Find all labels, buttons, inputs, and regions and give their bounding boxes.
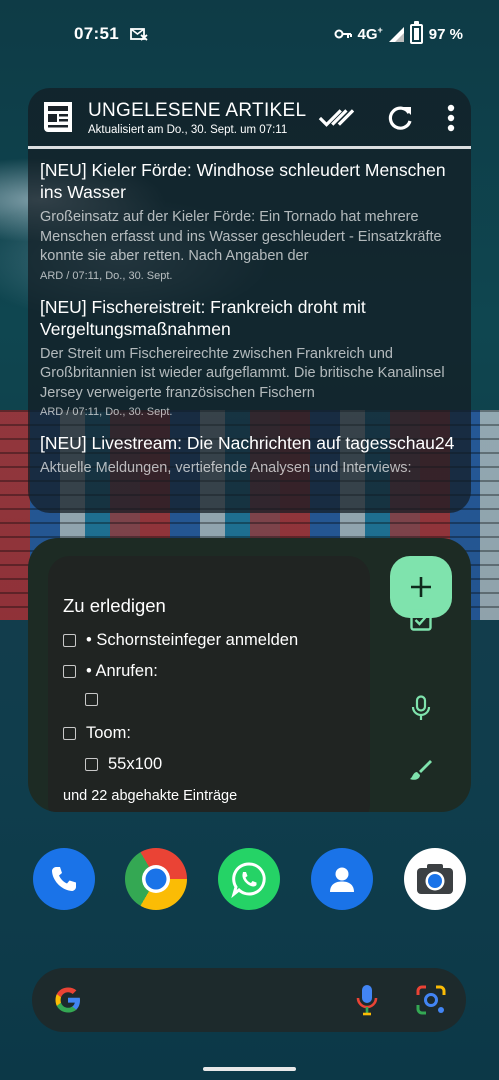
note-title: Zu erledigen	[63, 595, 166, 616]
overflow-menu-button[interactable]	[433, 100, 469, 136]
status-time: 07:51	[74, 24, 119, 43]
checkbox[interactable]	[63, 634, 76, 647]
checklist-item-label: • Schornsteinfeger anmelden	[86, 631, 299, 649]
chrome-app[interactable]	[125, 848, 187, 910]
vpn-key-icon	[334, 29, 352, 39]
whatsapp-app[interactable]	[218, 848, 280, 910]
camera-icon	[417, 864, 453, 894]
news-widget-title: UNGELESENE ARTIKEL	[88, 100, 307, 121]
checklist-item-label: 55x100	[108, 755, 163, 773]
contacts-icon	[330, 867, 354, 892]
news-widget-updated: Aktualisiert am Do., 30. Sept. um 07:11	[88, 124, 288, 136]
phone-icon	[52, 867, 76, 891]
whatsapp-icon	[231, 862, 266, 898]
news-widget[interactable]: UNGELESENE ARTIKEL Aktualisiert am Do., …	[28, 88, 471, 513]
checkbox[interactable]	[63, 727, 76, 740]
checklist-item[interactable]: 55x100	[85, 755, 162, 774]
checkbox-icon	[410, 609, 432, 631]
contacts-app[interactable]	[311, 848, 373, 910]
refresh-button[interactable]	[382, 100, 418, 136]
signal-icon	[388, 26, 404, 42]
microphone-icon	[411, 695, 431, 720]
article-description: Der Streit um Fischereirechte zwischen F…	[40, 345, 445, 401]
new-audio-note-button[interactable]	[406, 693, 436, 723]
brush-icon	[410, 760, 432, 780]
refresh-icon	[388, 106, 412, 130]
battery-level: 97 %	[428, 25, 463, 43]
checkbox[interactable]	[85, 693, 98, 706]
note-card[interactable]: Zu erledigen • Schornsteinfeger anmelden…	[48, 556, 370, 812]
checkbox[interactable]	[63, 665, 76, 678]
google-lens-icon[interactable]	[415, 984, 447, 1016]
keep-notes-widget[interactable]: Zu erledigen • Schornsteinfeger anmelden…	[28, 538, 471, 812]
plus-icon	[411, 577, 431, 597]
newspaper-icon	[44, 102, 72, 132]
checklist-item[interactable]: • Anrufen:	[63, 662, 158, 681]
double-check-icon	[318, 109, 354, 127]
new-list-button[interactable]	[406, 605, 436, 635]
article-description: Aktuelle Meldungen, vertiefende Analysen…	[40, 460, 412, 476]
navigation-handle[interactable]	[203, 1067, 296, 1071]
checklist-item[interactable]: • Schornsteinfeger anmelden	[63, 631, 298, 650]
voice-search-icon[interactable]	[355, 983, 379, 1017]
checklist-item-label: Toom:	[86, 724, 131, 742]
network-type: 4G+	[357, 25, 383, 43]
article-title: [NEU] Kieler Förde: Windhose schleudert …	[40, 160, 446, 202]
article-item[interactable]: [NEU] Livestream: Die Nachrichten auf ta…	[28, 432, 471, 479]
mail-off-icon	[130, 28, 148, 41]
checklist-item[interactable]: Toom:	[63, 724, 131, 743]
article-item[interactable]: [NEU] Fischereistreit: Frankreich droht …	[28, 296, 471, 419]
google-search-bar[interactable]	[32, 968, 466, 1032]
article-title: [NEU] Fischereistreit: Frankreich droht …	[40, 296, 366, 339]
google-logo-icon	[55, 987, 80, 1013]
news-header: UNGELESENE ARTIKEL Aktualisiert am Do., …	[28, 88, 471, 149]
checklist-item-label: • Anrufen:	[86, 662, 158, 680]
checkbox[interactable]	[85, 758, 98, 771]
more-vert-icon	[447, 104, 455, 132]
article-meta: ARD / 07:11, Do., 30. Sept.	[40, 406, 173, 418]
article-description: Großeinsatz auf der Kieler Förde: Ein To…	[40, 209, 442, 264]
article-title: [NEU] Livestream: Die Nachrichten auf ta…	[40, 433, 455, 453]
battery-icon	[409, 21, 423, 44]
chrome-icon	[142, 865, 170, 893]
article-meta: ARD / 07:11, Do., 30. Sept.	[40, 269, 173, 282]
checked-items-summary: und 22 abgehakte Einträge	[63, 788, 238, 804]
checklist-item[interactable]	[85, 693, 108, 706]
mark-all-read-button[interactable]	[318, 100, 354, 136]
new-drawing-button[interactable]	[406, 755, 436, 785]
article-item[interactable]: [NEU] Kieler Förde: Windhose schleudert …	[28, 159, 471, 282]
camera-app[interactable]	[404, 848, 466, 910]
phone-app[interactable]	[33, 848, 95, 910]
status-bar: 07:51 4G+ 97 %	[0, 0, 499, 70]
